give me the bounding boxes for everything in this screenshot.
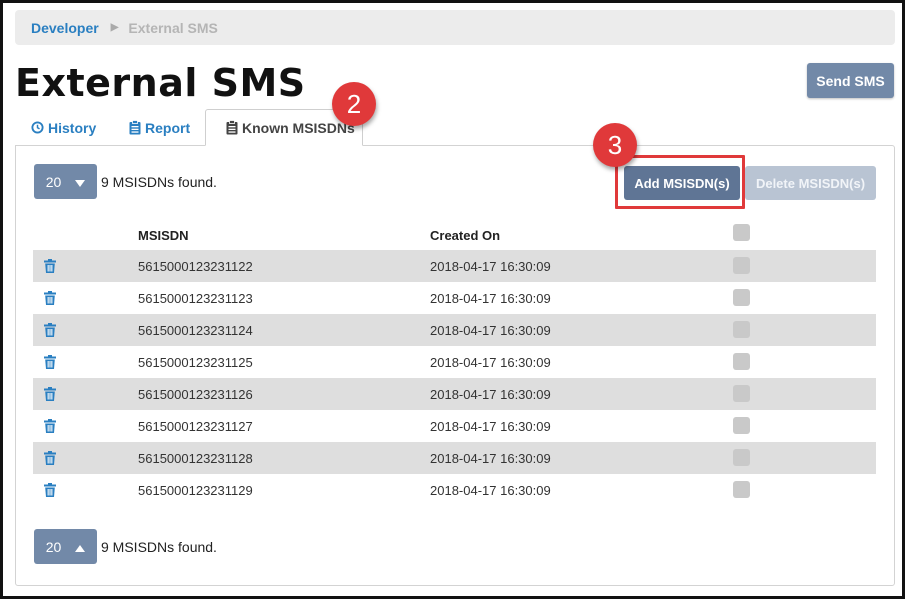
select-all-checkbox[interactable] bbox=[733, 224, 750, 241]
created-on-cell: 2018-04-17 16:30:09 bbox=[430, 387, 551, 402]
row-select-checkbox[interactable] bbox=[733, 353, 750, 370]
msisdn-cell: 5615000123231126 bbox=[138, 387, 253, 402]
breadcrumb-separator-icon: ▶ bbox=[110, 22, 119, 33]
table-row: 5615000123231122 2018-04-17 16:30:09 bbox=[33, 250, 876, 282]
breadcrumb-developer-link[interactable]: Developer bbox=[31, 20, 99, 36]
page-size-value: 20 bbox=[45, 173, 62, 190]
report-icon bbox=[129, 120, 141, 135]
created-on-cell: 2018-04-17 16:30:09 bbox=[430, 419, 551, 434]
table-row: 5615000123231126 2018-04-17 16:30:09 bbox=[33, 378, 876, 410]
msisdn-cell: 5615000123231125 bbox=[138, 355, 253, 370]
step-2-annotation: 2 bbox=[332, 82, 376, 126]
result-count-bottom: 9 MSISDNs found. bbox=[101, 539, 217, 555]
clipboard-icon bbox=[226, 120, 238, 135]
row-select-checkbox[interactable] bbox=[733, 481, 750, 498]
row-select-checkbox[interactable] bbox=[733, 321, 750, 338]
breadcrumb: Developer ▶ External SMS bbox=[15, 10, 895, 45]
msisdn-cell: 5615000123231127 bbox=[138, 419, 253, 434]
msisdn-cell: 5615000123231129 bbox=[138, 483, 253, 498]
created-on-cell: 2018-04-17 16:30:09 bbox=[430, 355, 551, 370]
history-icon bbox=[31, 121, 44, 134]
row-select-checkbox[interactable] bbox=[733, 417, 750, 434]
table-header: MSISDN Created On bbox=[33, 221, 876, 250]
tab-history[interactable]: History bbox=[31, 109, 96, 146]
page-size-select-top[interactable]: 20 bbox=[34, 164, 97, 199]
chevron-down-icon bbox=[75, 174, 86, 190]
step-3-annotation: 3 bbox=[593, 123, 637, 167]
column-header-msisdn: MSISDN bbox=[138, 228, 189, 243]
table-row: 5615000123231123 2018-04-17 16:30:09 bbox=[33, 282, 876, 314]
send-sms-button[interactable]: Send SMS bbox=[807, 63, 894, 98]
trash-icon[interactable] bbox=[44, 259, 56, 276]
table-row: 5615000123231129 2018-04-17 16:30:09 bbox=[33, 474, 876, 506]
msisdn-panel: 20 9 MSISDNs found. Add MSISDN(s) Delete… bbox=[15, 145, 895, 586]
tab-history-label: History bbox=[48, 119, 97, 136]
trash-icon[interactable] bbox=[44, 291, 56, 308]
table-row: 5615000123231127 2018-04-17 16:30:09 bbox=[33, 410, 876, 442]
add-button-highlight-box bbox=[615, 155, 745, 209]
trash-icon[interactable] bbox=[44, 483, 56, 500]
screenshot-frame: Developer ▶ External SMS External SMS Se… bbox=[0, 0, 905, 599]
trash-icon[interactable] bbox=[44, 387, 56, 404]
msisdn-table: MSISDN Created On 5615000123231122 2018-0… bbox=[33, 221, 876, 506]
breadcrumb-current: External SMS bbox=[128, 19, 218, 36]
chevron-up-icon bbox=[75, 539, 86, 555]
trash-icon[interactable] bbox=[44, 451, 56, 468]
msisdn-cell: 5615000123231128 bbox=[138, 451, 253, 466]
tab-report-label: Report bbox=[145, 119, 191, 136]
row-select-checkbox[interactable] bbox=[733, 385, 750, 402]
result-count-top: 9 MSISDNs found. bbox=[101, 174, 217, 190]
tab-bar: History Report Known MSISDNs bbox=[15, 109, 895, 146]
page-size-value: 20 bbox=[45, 538, 62, 555]
delete-msisdn-button[interactable]: Delete MSISDN(s) bbox=[745, 166, 876, 200]
table-row: 5615000123231125 2018-04-17 16:30:09 bbox=[33, 346, 876, 378]
table-body: 5615000123231122 2018-04-17 16:30:09 56150… bbox=[33, 250, 876, 506]
created-on-cell: 2018-04-17 16:30:09 bbox=[430, 291, 551, 306]
page-title: External SMS bbox=[15, 61, 306, 105]
msisdn-cell: 5615000123231124 bbox=[138, 323, 253, 338]
page-size-select-bottom[interactable]: 20 bbox=[34, 529, 97, 564]
trash-icon[interactable] bbox=[44, 323, 56, 340]
msisdn-cell: 5615000123231122 bbox=[138, 259, 253, 274]
trash-icon[interactable] bbox=[44, 419, 56, 436]
created-on-cell: 2018-04-17 16:30:09 bbox=[430, 483, 551, 498]
created-on-cell: 2018-04-17 16:30:09 bbox=[430, 451, 551, 466]
trash-icon[interactable] bbox=[44, 355, 56, 372]
created-on-cell: 2018-04-17 16:30:09 bbox=[430, 323, 551, 338]
tab-known-msisdns-label: Known MSISDNs bbox=[242, 119, 355, 136]
row-select-checkbox[interactable] bbox=[733, 289, 750, 306]
msisdn-cell: 5615000123231123 bbox=[138, 291, 253, 306]
table-row: 5615000123231124 2018-04-17 16:30:09 bbox=[33, 314, 876, 346]
column-header-created-on: Created On bbox=[430, 228, 501, 243]
created-on-cell: 2018-04-17 16:30:09 bbox=[430, 259, 551, 274]
row-select-checkbox[interactable] bbox=[733, 257, 750, 274]
row-select-checkbox[interactable] bbox=[733, 449, 750, 466]
table-row: 5615000123231128 2018-04-17 16:30:09 bbox=[33, 442, 876, 474]
tab-report[interactable]: Report bbox=[129, 109, 190, 146]
